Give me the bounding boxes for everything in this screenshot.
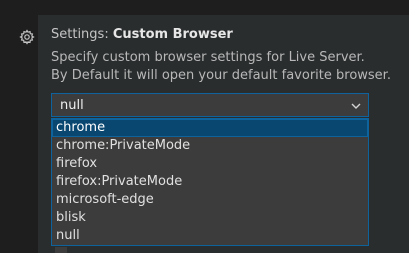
setting-description-line2: By Default it will open your default fav…: [51, 68, 391, 83]
gear-icon[interactable]: [19, 29, 35, 45]
option-null[interactable]: null: [52, 227, 368, 245]
option-microsoft-edge[interactable]: microsoft-edge: [52, 191, 368, 209]
setting-description-line1: Specify custom browser settings for Live…: [51, 50, 365, 65]
option-chrome-private[interactable]: chrome:PrivateMode: [52, 137, 368, 155]
setting-name: Custom Browser: [112, 27, 233, 42]
settings-panel: Settings: Custom Browser Specify custom …: [0, 0, 409, 253]
option-firefox-private[interactable]: firefox:PrivateMode: [52, 173, 368, 191]
option-blisk[interactable]: blisk: [52, 209, 368, 227]
setting-category: Settings:: [51, 27, 113, 42]
custom-browser-select[interactable]: null: [51, 93, 369, 117]
select-dropdown-list: chrome chrome:PrivateMode firefox firefo…: [51, 118, 369, 246]
partially-hidden-control: [55, 247, 67, 253]
chevron-down-icon[interactable]: [350, 100, 362, 112]
setting-title: Settings: Custom Browser: [51, 27, 233, 42]
option-chrome[interactable]: chrome: [52, 119, 368, 137]
option-firefox[interactable]: firefox: [52, 155, 368, 173]
select-value: null: [60, 98, 84, 113]
